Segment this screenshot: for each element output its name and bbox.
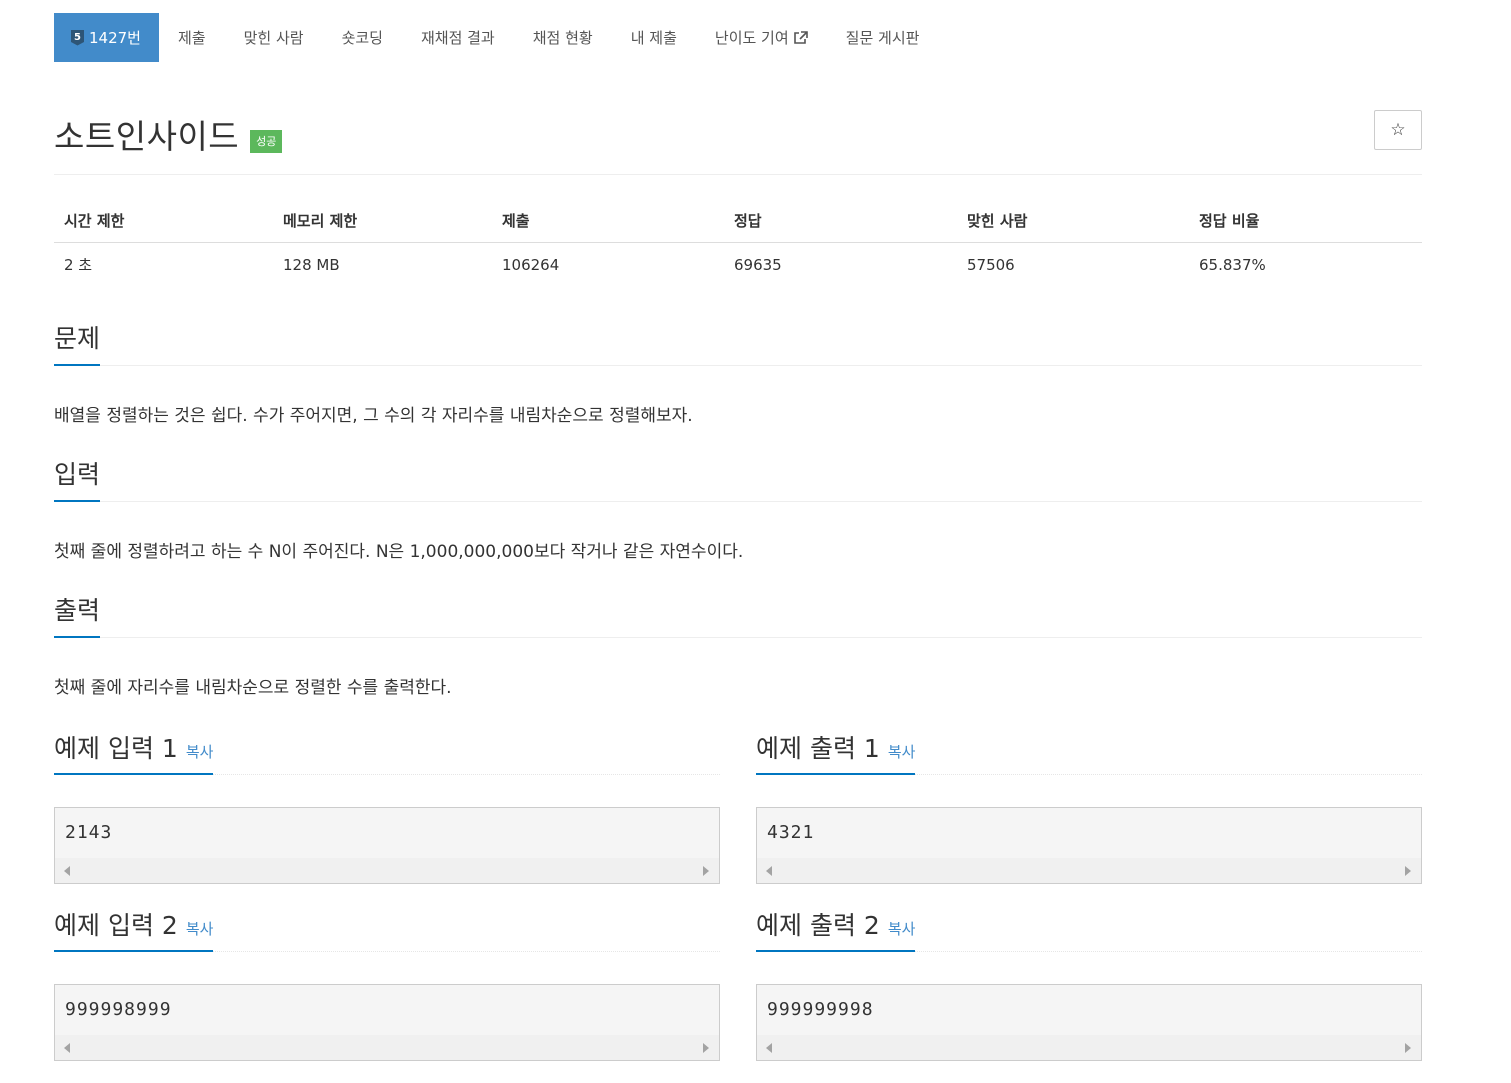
section-heading: 문제 xyxy=(54,323,1422,366)
sample-data[interactable]: 999999998 xyxy=(757,985,1421,1035)
problem-page: 5 1427번 제출 맞힌 사람 숏코딩 재채점 결과 채점 현황 내 제출 난… xyxy=(0,0,1511,1083)
tab-label: 질문 게시판 xyxy=(845,29,920,47)
sample-heading-inner: 예제 출력 2 복사 xyxy=(756,910,916,952)
title-divider xyxy=(54,174,1422,175)
copy-button[interactable]: 복사 xyxy=(186,920,214,938)
input-section: 입력 첫째 줄에 정렬하려고 하는 수 N이 주어진다. N은 1,000,00… xyxy=(54,459,1422,562)
scroll-left-icon[interactable] xyxy=(64,866,70,876)
output-heading: 출력 xyxy=(54,595,101,638)
copy-button[interactable]: 복사 xyxy=(888,743,916,761)
sample-heading: 예제 입력 2 복사 xyxy=(54,911,720,952)
tab-rejudge-results[interactable]: 재채점 결과 xyxy=(402,13,514,62)
sample-data[interactable]: 2143 xyxy=(55,808,719,858)
tab-my-submissions[interactable]: 내 제출 xyxy=(612,13,696,62)
table-header-row: 시간 제한 메모리 제한 제출 정답 맞힌 사람 정답 비율 xyxy=(54,199,1422,243)
sample-output-2: 예제 출력 2 복사 999999998 xyxy=(756,911,1422,1061)
tab-problem[interactable]: 5 1427번 xyxy=(54,13,159,62)
copy-button[interactable]: 복사 xyxy=(888,920,916,938)
tab-problem-label: 1427번 xyxy=(89,29,141,47)
scroll-right-icon[interactable] xyxy=(703,1043,709,1053)
header-submissions: 제출 xyxy=(492,199,724,243)
horizontal-scrollbar[interactable] xyxy=(55,858,719,883)
solved-users-value: 57506 xyxy=(967,255,1015,274)
horizontal-scrollbar[interactable] xyxy=(757,1035,1421,1060)
sample-heading: 예제 출력 1 복사 xyxy=(756,734,1422,775)
tab-label: 재채점 결과 xyxy=(420,29,495,47)
sample-title: 예제 입력 2 xyxy=(54,911,178,940)
tab-label: 맞힌 사람 xyxy=(243,29,304,47)
submissions-value: 106264 xyxy=(502,255,560,274)
tier-icon: 5 xyxy=(71,29,84,46)
tab-difficulty-contribution[interactable]: 난이도 기여 xyxy=(696,13,827,62)
section-heading: 출력 xyxy=(54,595,1422,638)
sample-input-1: 예제 입력 1 복사 2143 xyxy=(54,734,720,884)
problem-heading: 문제 xyxy=(54,323,101,366)
sample-data[interactable]: 4321 xyxy=(757,808,1421,858)
header-accepted: 정답 xyxy=(724,199,957,243)
output-description-text: 첫째 줄에 자리수를 내림차순으로 정렬한 수를 출력한다. xyxy=(54,678,452,698)
tab-label: 제출 xyxy=(177,29,206,47)
header-time-limit: 시간 제한 xyxy=(54,199,273,243)
sample-heading: 예제 출력 2 복사 xyxy=(756,911,1422,952)
output-section: 출력 첫째 줄에 자리수를 내림차순으로 정렬한 수를 출력한다. xyxy=(54,595,1422,698)
horizontal-scrollbar[interactable] xyxy=(757,858,1421,883)
tab-label: 숏코딩 xyxy=(341,29,383,47)
table-row: 2 초 128 MB 106264 69635 57506 65.837% xyxy=(54,243,1422,287)
tab-short-coding[interactable]: 숏코딩 xyxy=(323,13,402,62)
horizontal-scrollbar[interactable] xyxy=(55,1035,719,1060)
accepted-value: 69635 xyxy=(734,255,782,274)
scroll-left-icon[interactable] xyxy=(766,1043,772,1053)
sample-heading-inner: 예제 입력 1 복사 xyxy=(54,733,214,775)
scroll-left-icon[interactable] xyxy=(64,1043,70,1053)
star-outline-icon: ☆ xyxy=(1390,120,1406,140)
status-badge: 성공 xyxy=(250,129,283,153)
tab-judge-status[interactable]: 채점 현황 xyxy=(514,13,612,62)
scroll-right-icon[interactable] xyxy=(703,866,709,876)
section-heading: 입력 xyxy=(54,459,1422,502)
header-accept-ratio: 정답 비율 xyxy=(1189,199,1422,243)
external-link-icon xyxy=(793,30,808,44)
problem-title: 소트인사이드 xyxy=(54,117,240,156)
title-row: 소트인사이드 성공 xyxy=(54,104,283,164)
sample-input-2: 예제 입력 2 복사 999998999 xyxy=(54,911,720,1061)
header-solved-users: 맞힌 사람 xyxy=(957,199,1189,243)
sample-data-box: 999998999 xyxy=(54,984,720,1061)
time-limit-value: 2 초 xyxy=(64,256,93,274)
problem-info-table: 시간 제한 메모리 제한 제출 정답 맞힌 사람 정답 비율 2 초 128 M… xyxy=(54,199,1422,286)
tab-submit[interactable]: 제출 xyxy=(159,13,225,62)
sample-heading-inner: 예제 출력 1 복사 xyxy=(756,733,916,775)
favorite-button[interactable]: ☆ xyxy=(1374,110,1422,150)
sample-data-box: 999999998 xyxy=(756,984,1422,1061)
tab-label: 채점 현황 xyxy=(532,29,593,47)
input-heading: 입력 xyxy=(54,459,101,502)
scroll-left-icon[interactable] xyxy=(766,866,772,876)
problem-tabs: 5 1427번 제출 맞힌 사람 숏코딩 재채점 결과 채점 현황 내 제출 난… xyxy=(54,13,938,62)
problem-description-section: 문제 배열을 정렬하는 것은 쉽다. 수가 주어지면, 그 수의 각 자리수를 … xyxy=(54,323,1422,426)
sample-heading: 예제 입력 1 복사 xyxy=(54,734,720,775)
sample-data-box: 4321 xyxy=(756,807,1422,884)
copy-button[interactable]: 복사 xyxy=(186,743,214,761)
tab-label: 내 제출 xyxy=(630,29,677,47)
header-memory-limit: 메모리 제한 xyxy=(273,199,492,243)
tab-solved-users[interactable]: 맞힌 사람 xyxy=(225,13,323,62)
sample-output-1: 예제 출력 1 복사 4321 xyxy=(756,734,1422,884)
tab-qna-board[interactable]: 질문 게시판 xyxy=(827,13,939,62)
sample-data[interactable]: 999998999 xyxy=(55,985,719,1035)
tab-label: 난이도 기여 xyxy=(714,29,789,47)
sample-title: 예제 출력 2 xyxy=(756,911,880,940)
sample-title: 예제 입력 1 xyxy=(54,734,178,763)
sample-heading-inner: 예제 입력 2 복사 xyxy=(54,910,214,952)
scroll-right-icon[interactable] xyxy=(1405,1043,1411,1053)
input-description-text: 첫째 줄에 정렬하려고 하는 수 N이 주어진다. N은 1,000,000,0… xyxy=(54,542,744,562)
memory-limit-value: 128 MB xyxy=(283,255,340,274)
accept-ratio-value: 65.837% xyxy=(1199,255,1266,274)
sample-title: 예제 출력 1 xyxy=(756,734,880,763)
problem-description-text: 배열을 정렬하는 것은 쉽다. 수가 주어지면, 그 수의 각 자리수를 내림차… xyxy=(54,406,693,426)
scroll-right-icon[interactable] xyxy=(1405,866,1411,876)
sample-data-box: 2143 xyxy=(54,807,720,884)
